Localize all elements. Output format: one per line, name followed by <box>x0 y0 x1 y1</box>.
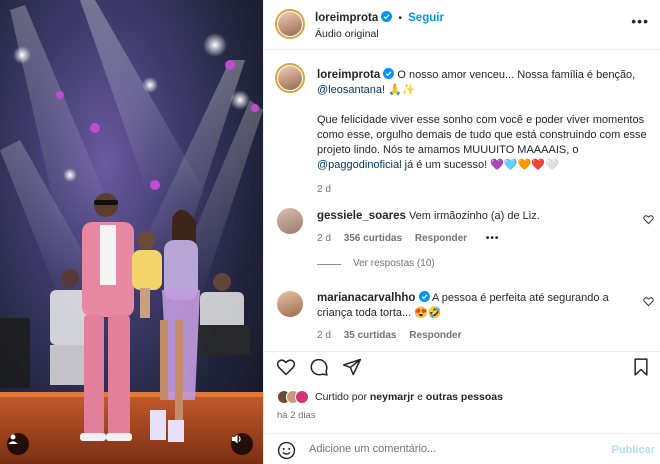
verified-badge-icon <box>418 291 430 302</box>
heart-icon[interactable] <box>276 357 296 377</box>
speaker-icon[interactable] <box>231 433 253 455</box>
mention-paggodinoficial[interactable]: @paggodinoficial <box>317 159 402 171</box>
liked-by-others[interactable]: outras pessoas <box>426 391 503 403</box>
verified-badge-icon <box>381 11 393 22</box>
post-date[interactable]: há 2 dias <box>277 410 316 421</box>
user-tags-icon[interactable] <box>7 433 29 455</box>
comment-time[interactable]: 2 d <box>317 233 331 244</box>
comment-likes[interactable]: 356 curtidas <box>344 233 402 244</box>
comment-heart-icon[interactable] <box>643 214 654 225</box>
caption-paragraph-suffix: já é um sucesso! 💜🩵🧡❤️🤍 <box>401 159 559 171</box>
liked-by-user[interactable]: neymarjr <box>370 391 414 403</box>
publish-button[interactable]: Publicar <box>612 444 655 456</box>
liker-avatar[interactable] <box>295 390 309 404</box>
reply-button[interactable]: Responder <box>415 233 467 244</box>
commenter-avatar[interactable] <box>277 208 303 234</box>
comment-heart-icon[interactable] <box>643 296 654 307</box>
view-replies-button[interactable]: Ver respostas (10) <box>353 258 435 269</box>
header-username[interactable]: loreimprota <box>315 12 378 24</box>
caption-line1: O nosso amor venceu... Nossa família é b… <box>397 69 636 81</box>
comment-username[interactable]: gessiele_soares <box>317 210 406 222</box>
send-icon[interactable] <box>342 357 362 377</box>
caption-avatar[interactable] <box>275 63 305 93</box>
post-sidebar: loreimprota • Seguir Áudio original ••• … <box>263 0 660 464</box>
comment-more-icon[interactable]: ••• <box>486 233 500 244</box>
post-header: loreimprota • Seguir Áudio original ••• <box>264 0 660 50</box>
reply-button[interactable]: Responder <box>409 330 461 341</box>
comment-item: marianacarvalhho A pessoa é perfeita até… <box>317 291 637 343</box>
more-options-icon[interactable]: ••• <box>631 14 649 28</box>
verified-badge-icon <box>383 68 395 79</box>
audio-label[interactable]: Áudio original <box>315 28 379 40</box>
liked-by-middle: e <box>414 391 426 403</box>
comment-input[interactable] <box>309 443 589 455</box>
comment-likes[interactable]: 35 curtidas <box>344 330 397 341</box>
post-media[interactable] <box>0 0 263 464</box>
comment-icon[interactable] <box>309 357 329 377</box>
caption-line1-suffix: ! 🙏✨ <box>382 84 416 96</box>
comment-text: Vem irmãozinho (a) de Liz. <box>408 210 540 222</box>
caption-time[interactable]: 2 d <box>317 182 647 197</box>
comment-item: gessiele_soares Vem irmãozinho (a) de Li… <box>317 209 637 246</box>
replies-divider <box>317 264 341 265</box>
add-comment-bar: Publicar <box>264 433 660 464</box>
author-avatar[interactable] <box>275 9 305 39</box>
post-actions: Curtido por neymarjr e outras pessoas há… <box>264 351 660 464</box>
smiley-icon[interactable] <box>277 441 296 460</box>
concert-photo <box>0 0 263 464</box>
post-body: loreimprota O nosso amor venceu... Nossa… <box>264 51 660 351</box>
mention-leosantana[interactable]: @leosantana <box>317 84 382 96</box>
bookmark-icon[interactable] <box>631 357 651 377</box>
comment-username[interactable]: marianacarvalhho <box>317 292 415 304</box>
caption-username[interactable]: loreimprota <box>317 69 380 81</box>
commenter-avatar[interactable] <box>277 291 303 317</box>
follow-button[interactable]: Seguir <box>408 12 444 24</box>
header-separator: • <box>398 12 403 24</box>
liked-by: Curtido por neymarjr e outras pessoas <box>277 388 503 406</box>
liked-by-prefix: Curtido por <box>315 391 370 403</box>
caption-paragraph: Que felicidade viver esse sonho com você… <box>317 114 647 156</box>
post-caption: loreimprota O nosso amor venceu... Nossa… <box>317 68 647 197</box>
comment-time[interactable]: 2 d <box>317 330 331 341</box>
